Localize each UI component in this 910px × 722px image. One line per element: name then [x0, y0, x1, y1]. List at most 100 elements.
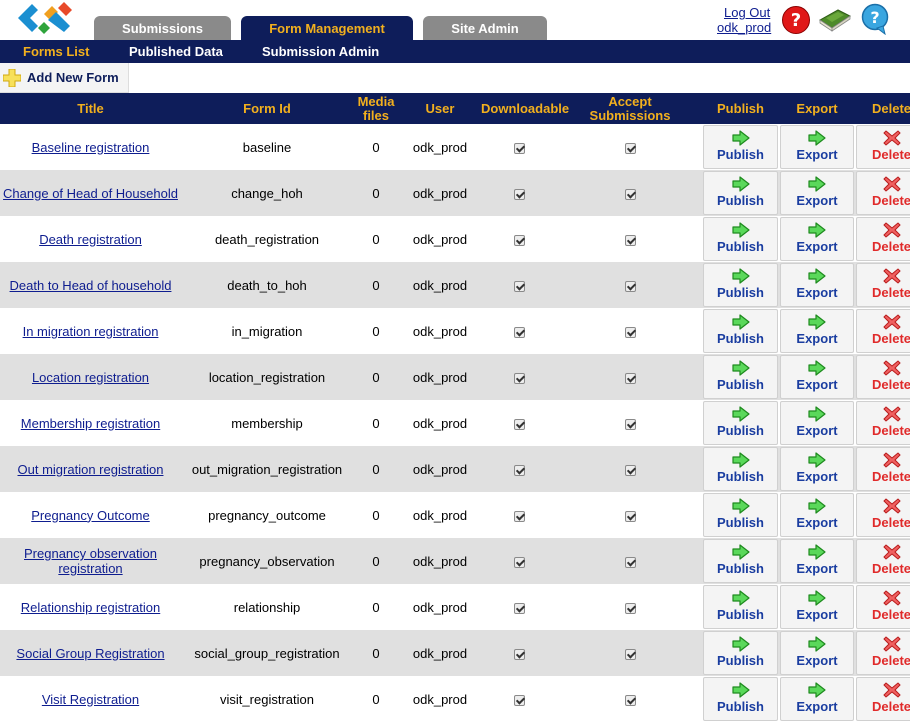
export-button[interactable]: Export	[780, 585, 854, 629]
delete-button[interactable]: Delete	[856, 539, 910, 583]
publish-button[interactable]: Publish	[703, 263, 778, 307]
column-header-user[interactable]: User	[399, 93, 481, 124]
publish-button[interactable]: Publish	[703, 493, 778, 537]
accept-submissions-checkbox[interactable]	[624, 556, 636, 568]
delete-button[interactable]: Delete	[856, 493, 910, 537]
export-button[interactable]: Export	[780, 217, 854, 261]
export-button[interactable]: Export	[780, 309, 854, 353]
green-arrow-right-icon	[808, 498, 826, 514]
form-title-link[interactable]: Death registration	[39, 232, 142, 247]
export-button[interactable]: Export	[780, 493, 854, 537]
downloadable-checkbox[interactable]	[514, 326, 525, 338]
form-title-link[interactable]: Out migration registration	[18, 462, 164, 477]
publish-button[interactable]: Publish	[703, 217, 778, 261]
accept-submissions-checkbox[interactable]	[624, 602, 636, 614]
accept-submissions-checkbox[interactable]	[624, 326, 636, 338]
form-title-link[interactable]: Membership registration	[21, 416, 160, 431]
downloadable-checkbox[interactable]	[514, 418, 525, 430]
export-button[interactable]: Export	[780, 539, 854, 583]
downloadable-checkbox[interactable]	[514, 188, 525, 200]
form-title-link[interactable]: Location registration	[32, 370, 149, 385]
form-title-link[interactable]: Baseline registration	[32, 140, 150, 155]
form-title-link[interactable]: Pregnancy observation registration	[24, 546, 157, 576]
downloadable-checkbox[interactable]	[514, 694, 525, 706]
username-link[interactable]: odk_prod	[717, 20, 771, 35]
odk-logo-icon[interactable]	[14, 0, 76, 36]
delete-button[interactable]: Delete	[856, 263, 910, 307]
export-button[interactable]: Export	[780, 125, 854, 169]
table-row: Pregnancy Outcome pregnancy_outcome 0 odk_p…	[0, 492, 910, 538]
form-title-link[interactable]: Relationship registration	[21, 600, 160, 615]
help-icon[interactable]: ?	[781, 5, 811, 35]
publish-button[interactable]: Publish	[703, 125, 778, 169]
delete-button[interactable]: Delete	[856, 125, 910, 169]
add-new-form-button[interactable]: Add New Form	[0, 63, 129, 93]
export-button[interactable]: Export	[780, 631, 854, 675]
downloadable-checkbox[interactable]	[514, 510, 525, 522]
export-button[interactable]: Export	[780, 263, 854, 307]
delete-button[interactable]: Delete	[856, 355, 910, 399]
accept-submissions-checkbox[interactable]	[624, 372, 636, 384]
form-title-link[interactable]: Pregnancy Outcome	[31, 508, 150, 523]
form-title-link[interactable]: Change of Head of Household	[3, 186, 178, 201]
delete-button[interactable]: Delete	[856, 171, 910, 215]
tab-submissions[interactable]: Submissions	[94, 16, 231, 40]
publish-button[interactable]: Publish	[703, 539, 778, 583]
green-arrow-right-icon	[808, 406, 826, 422]
column-header-downloadable[interactable]: Downloadable	[481, 93, 569, 124]
column-header-media-files[interactable]: Media files	[353, 93, 399, 124]
logout-link[interactable]: Log Out	[724, 5, 770, 20]
accept-submissions-checkbox[interactable]	[624, 280, 636, 292]
accept-submissions-checkbox[interactable]	[624, 142, 636, 154]
publish-button[interactable]: Publish	[703, 309, 778, 353]
info-bubble-icon[interactable]: ?	[859, 3, 891, 35]
delete-button[interactable]: Delete	[856, 217, 910, 261]
accept-submissions-checkbox[interactable]	[624, 510, 636, 522]
user-guide-book-icon[interactable]	[818, 6, 852, 32]
publish-button[interactable]: Publish	[703, 677, 778, 721]
accept-submissions-checkbox[interactable]	[624, 188, 636, 200]
publish-button[interactable]: Publish	[703, 447, 778, 491]
tab-site-admin[interactable]: Site Admin	[423, 16, 547, 40]
accept-submissions-checkbox[interactable]	[624, 234, 636, 246]
subnav-published-data[interactable]: Published Data	[129, 40, 223, 63]
publish-button[interactable]: Publish	[703, 355, 778, 399]
delete-button[interactable]: Delete	[856, 447, 910, 491]
delete-button[interactable]: Delete	[856, 401, 910, 445]
column-header-title[interactable]: Title	[0, 93, 181, 124]
subnav-submission-admin[interactable]: Submission Admin	[262, 40, 379, 63]
publish-button[interactable]: Publish	[703, 585, 778, 629]
accept-submissions-checkbox[interactable]	[624, 418, 636, 430]
downloadable-checkbox[interactable]	[514, 648, 525, 660]
downloadable-checkbox[interactable]	[514, 280, 525, 292]
downloadable-checkbox[interactable]	[514, 464, 525, 476]
form-title-link[interactable]: Visit Registration	[42, 692, 139, 707]
publish-button[interactable]: Publish	[703, 171, 778, 215]
subnav-forms-list[interactable]: Forms List	[23, 40, 89, 63]
export-button[interactable]: Export	[780, 355, 854, 399]
column-header-form-id[interactable]: Form Id	[181, 93, 353, 124]
downloadable-checkbox[interactable]	[514, 602, 525, 614]
downloadable-checkbox[interactable]	[514, 142, 525, 154]
downloadable-checkbox[interactable]	[514, 234, 525, 246]
export-button[interactable]: Export	[780, 401, 854, 445]
export-button[interactable]: Export	[780, 171, 854, 215]
form-title-link[interactable]: Death to Head of household	[10, 278, 172, 293]
export-button[interactable]: Export	[780, 677, 854, 721]
accept-submissions-checkbox[interactable]	[624, 694, 636, 706]
publish-button[interactable]: Publish	[703, 631, 778, 675]
delete-button[interactable]: Delete	[856, 585, 910, 629]
tab-form-management[interactable]: Form Management	[241, 16, 413, 40]
downloadable-checkbox[interactable]	[514, 556, 525, 568]
delete-button[interactable]: Delete	[856, 631, 910, 675]
accept-submissions-checkbox[interactable]	[624, 648, 636, 660]
accept-submissions-checkbox[interactable]	[624, 464, 636, 476]
form-title-link[interactable]: Social Group Registration	[16, 646, 164, 661]
export-button[interactable]: Export	[780, 447, 854, 491]
delete-button[interactable]: Delete	[856, 677, 910, 721]
delete-button[interactable]: Delete	[856, 309, 910, 353]
publish-button[interactable]: Publish	[703, 401, 778, 445]
downloadable-checkbox[interactable]	[514, 372, 525, 384]
column-header-accept-submissions[interactable]: Accept Submissions	[558, 93, 702, 124]
form-title-link[interactable]: In migration registration	[23, 324, 159, 339]
